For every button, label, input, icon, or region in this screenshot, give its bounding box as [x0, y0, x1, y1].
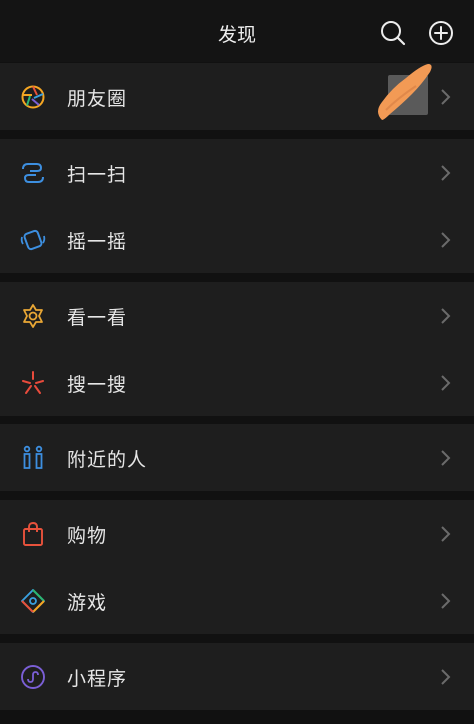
menu-item-label: 摇一摇	[67, 231, 128, 253]
chevron-right-icon	[440, 374, 452, 392]
menu-item-label: 购物	[67, 525, 108, 547]
people-nearby-icon	[20, 445, 46, 471]
search-star-icon	[20, 370, 46, 396]
group-scan-shake: 扫一扫 摇一摇	[0, 139, 474, 273]
chevron-right-icon	[440, 307, 452, 325]
chevron-right-icon	[440, 668, 452, 686]
search-icon	[381, 21, 406, 46]
chevron-right-icon	[440, 592, 452, 610]
menu-item-label: 附近的人	[67, 449, 148, 471]
menu-item-label: 看一看	[67, 307, 128, 329]
group-discover-content: 看一看 搜一搜	[0, 282, 474, 416]
group-shop-games: 购物 游戏	[0, 500, 474, 634]
menu-item-search[interactable]: 搜一搜	[0, 349, 474, 416]
group-nearby: 附近的人	[0, 424, 474, 491]
add-button[interactable]	[426, 18, 456, 48]
menu-item-label: 扫一扫	[67, 164, 128, 186]
nav-bar: 发现	[0, 0, 474, 62]
scan-icon	[20, 160, 46, 186]
search-button[interactable]	[378, 18, 408, 48]
group-mini-programs: 小程序	[0, 643, 474, 710]
chevron-right-icon	[440, 231, 452, 249]
menu-item-top-stories[interactable]: 看一看	[0, 282, 474, 349]
menu-item-label: 搜一搜	[67, 374, 128, 396]
chevron-right-icon	[440, 88, 452, 106]
menu-item-shopping[interactable]: 购物	[0, 500, 474, 567]
redaction-scribble	[378, 64, 432, 120]
chevron-right-icon	[440, 525, 452, 543]
menu-item-scan[interactable]: 扫一扫	[0, 139, 474, 206]
chevron-right-icon	[440, 164, 452, 182]
menu-item-label: 小程序	[67, 668, 128, 690]
games-icon	[20, 588, 46, 614]
plus-circle-icon	[429, 21, 453, 45]
moments-aperture-icon	[20, 84, 46, 110]
shake-phone-icon	[20, 227, 46, 253]
menu-item-games[interactable]: 游戏	[0, 567, 474, 634]
menu-item-mini-programs[interactable]: 小程序	[0, 643, 474, 710]
menu-item-label: 游戏	[67, 592, 108, 614]
menu-item-label: 朋友圈	[67, 88, 128, 110]
top-stories-icon	[20, 303, 46, 329]
menu-item-shake[interactable]: 摇一摇	[0, 206, 474, 273]
menu-item-people-nearby[interactable]: 附近的人	[0, 424, 474, 491]
mini-programs-icon	[20, 664, 46, 690]
chevron-right-icon	[440, 449, 452, 467]
shopping-bag-icon	[20, 521, 46, 547]
